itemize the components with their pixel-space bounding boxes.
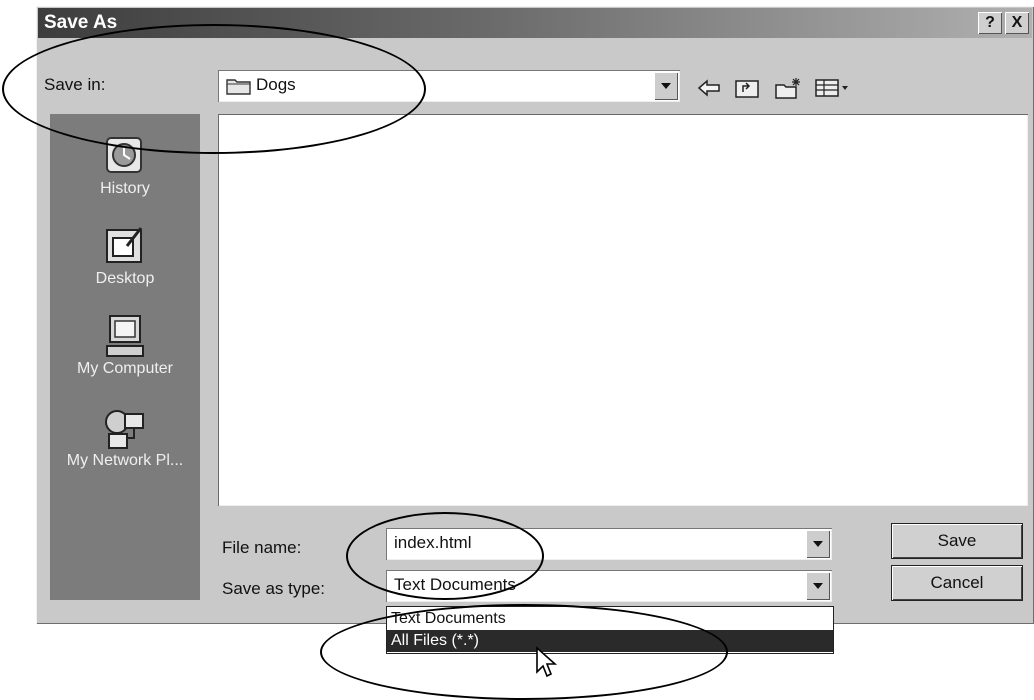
- file-list[interactable]: [218, 114, 1028, 506]
- file-name-label: File name:: [222, 538, 302, 557]
- close-button[interactable]: X: [1005, 12, 1029, 34]
- type-option-text-documents[interactable]: Text Documents: [387, 608, 833, 630]
- up-folder-icon[interactable]: [734, 76, 760, 100]
- my-computer-icon: [106, 315, 144, 357]
- save-as-type-dropdown-button[interactable]: [806, 572, 830, 600]
- help-button[interactable]: ?: [978, 12, 1002, 34]
- cancel-button[interactable]: Cancel: [892, 566, 1022, 600]
- title-bar[interactable]: Save As ? X: [38, 8, 1032, 38]
- places-bar: History Desktop My Computer My Network P…: [50, 114, 200, 600]
- save-in-combo[interactable]: Dogs: [218, 70, 680, 102]
- desktop-icon: [106, 227, 143, 263]
- place-network-label: My Network Pl...: [66, 452, 184, 469]
- save-in-label: Save in:: [44, 75, 106, 94]
- place-my-computer[interactable]: My Computer: [50, 312, 200, 378]
- save-as-type-select[interactable]: Text Documents: [386, 570, 832, 602]
- place-network[interactable]: My Network Pl...: [50, 404, 200, 470]
- back-arrow-icon[interactable]: [696, 76, 722, 100]
- history-icon: [106, 137, 142, 173]
- folder-icon: [226, 79, 251, 95]
- type-option-all-files[interactable]: All Files (*.*): [387, 630, 833, 652]
- save-in-dropdown-button[interactable]: [654, 72, 678, 100]
- place-history-label: History: [100, 180, 150, 197]
- new-folder-icon[interactable]: [774, 76, 802, 100]
- mouse-pointer-icon: [536, 646, 558, 678]
- file-name-field[interactable]: index.html: [386, 528, 832, 560]
- place-history[interactable]: History: [50, 132, 200, 198]
- file-name-value: index.html: [394, 533, 472, 552]
- save-button[interactable]: Save: [892, 524, 1022, 558]
- place-desktop[interactable]: Desktop: [50, 222, 200, 288]
- network-places-icon: [105, 410, 144, 449]
- save-as-type-value: Text Documents: [394, 575, 516, 594]
- place-my-computer-label: My Computer: [76, 360, 174, 377]
- view-menu-icon[interactable]: [814, 76, 850, 100]
- file-name-dropdown-button[interactable]: [806, 530, 830, 558]
- dialog-title: Save As: [44, 12, 118, 33]
- save-as-dialog: Save As ? X Save in: Dogs History Deskto…: [36, 6, 1034, 624]
- place-desktop-label: Desktop: [95, 270, 155, 287]
- save-as-type-label: Save as type:: [222, 579, 326, 598]
- save-in-value: Dogs: [256, 75, 296, 94]
- save-as-type-dropdown-list: Text Documents All Files (*.*): [386, 606, 834, 654]
